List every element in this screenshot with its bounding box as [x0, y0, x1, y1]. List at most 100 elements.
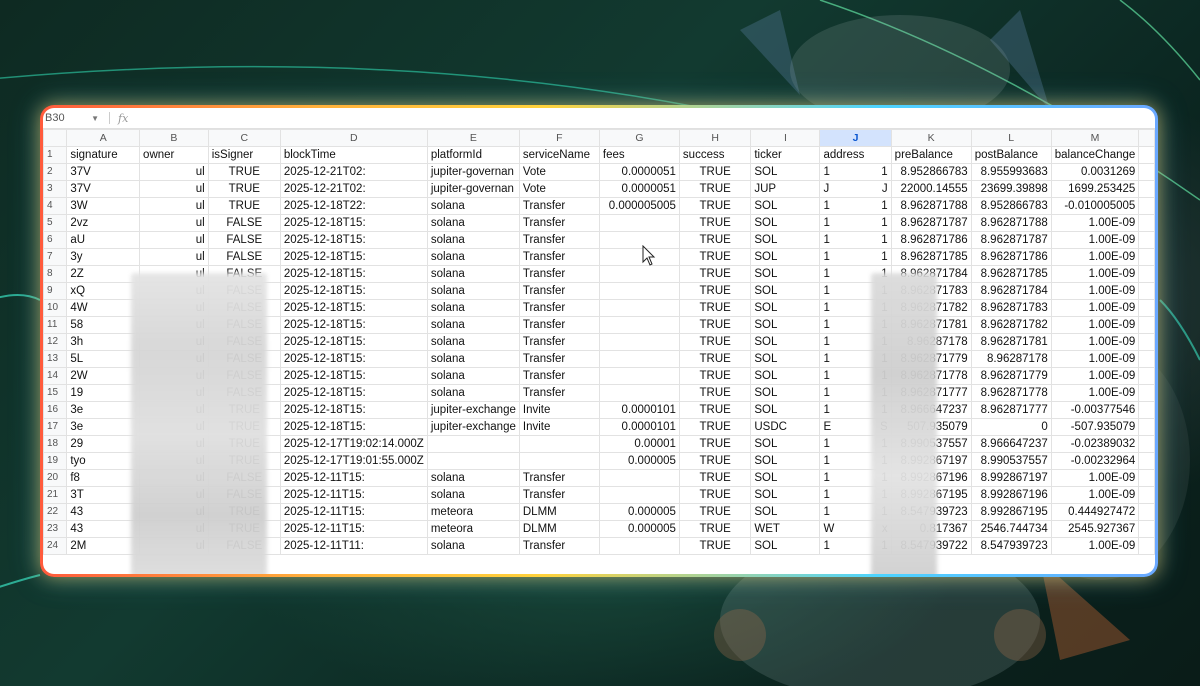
post-balance-cell[interactable]: 8.962871783 [970, 299, 1052, 317]
column-header-e[interactable]: E [426, 129, 520, 147]
ticker-cell[interactable]: SOL [750, 350, 821, 368]
address-cell[interactable]: 11 [819, 214, 892, 232]
post-balance-cell[interactable]: 8.955993683 [970, 163, 1052, 181]
cell[interactable] [1138, 163, 1155, 181]
service-name-cell[interactable]: Transfer [518, 333, 600, 351]
ticker-cell[interactable]: SOL [750, 265, 821, 283]
cell[interactable] [1138, 435, 1155, 453]
header-cell[interactable]: ticker [750, 146, 821, 164]
block-time-cell[interactable]: 2025-12-17T19:01:55.000Z [279, 452, 428, 470]
signature-cell[interactable]: 3h [66, 333, 141, 351]
signature-cell[interactable]: 43 [66, 520, 141, 538]
signature-cell[interactable]: 3e [66, 401, 141, 419]
fees-cell[interactable]: 0.0000101 [598, 401, 680, 419]
service-name-cell[interactable]: DLMM [518, 520, 600, 538]
is-signer-cell[interactable]: TRUE [207, 180, 281, 198]
row-header[interactable]: 16 [43, 401, 68, 419]
platform-id-cell[interactable]: solana [426, 231, 520, 249]
cell[interactable] [1138, 180, 1155, 198]
service-name-cell[interactable]: Transfer [518, 469, 600, 487]
success-cell[interactable]: TRUE [678, 163, 752, 181]
platform-id-cell[interactable]: jupiter-exchange [426, 418, 520, 436]
ticker-cell[interactable]: SOL [750, 435, 821, 453]
fees-cell[interactable] [598, 316, 680, 334]
balance-change-cell[interactable]: 1.00E-09 [1050, 350, 1140, 368]
post-balance-cell[interactable]: 0 [970, 418, 1052, 436]
cell[interactable] [1138, 418, 1155, 436]
ticker-cell[interactable]: SOL [750, 231, 821, 249]
signature-cell[interactable]: 5L [66, 350, 141, 368]
service-name-cell[interactable]: Transfer [518, 214, 600, 232]
owner-cell[interactable]: ul [139, 180, 209, 198]
platform-id-cell[interactable]: jupiter-governan [426, 180, 520, 198]
balance-change-cell[interactable]: 1.00E-09 [1050, 469, 1140, 487]
is-signer-cell[interactable]: FALSE [207, 214, 281, 232]
row-header[interactable]: 15 [43, 384, 68, 402]
success-cell[interactable]: TRUE [678, 248, 752, 266]
name-box[interactable]: B30 ▼ [43, 112, 105, 124]
address-cell[interactable]: JJ [819, 180, 892, 198]
header-cell[interactable]: success [678, 146, 752, 164]
block-time-cell[interactable]: 2025-12-18T15: [279, 367, 428, 385]
ticker-cell[interactable]: SOL [750, 248, 821, 266]
cell[interactable] [1138, 537, 1155, 555]
balance-change-cell[interactable]: 0.444927472 [1050, 503, 1140, 521]
cell[interactable] [1138, 214, 1155, 232]
post-balance-cell[interactable]: 8.992867195 [970, 503, 1052, 521]
signature-cell[interactable]: 58 [66, 316, 141, 334]
platform-id-cell[interactable]: solana [426, 265, 520, 283]
pre-balance-cell[interactable]: 8.962871787 [890, 214, 972, 232]
header-cell[interactable]: blockTime [279, 146, 428, 164]
header-cell[interactable]: platformId [426, 146, 520, 164]
is-signer-cell[interactable]: FALSE [207, 231, 281, 249]
balance-change-cell[interactable]: -507.935079 [1050, 418, 1140, 436]
pre-balance-cell[interactable]: 22000.14555 [890, 180, 972, 198]
signature-cell[interactable]: 3W [66, 197, 141, 215]
column-header-b[interactable]: B [139, 129, 209, 147]
ticker-cell[interactable]: SOL [750, 486, 821, 504]
post-balance-cell[interactable]: 8.992867196 [970, 486, 1052, 504]
ticker-cell[interactable]: WET [750, 520, 821, 538]
fees-cell[interactable] [598, 367, 680, 385]
column-header-h[interactable]: H [678, 129, 752, 147]
fees-cell[interactable] [598, 469, 680, 487]
block-time-cell[interactable]: 2025-12-18T15: [279, 248, 428, 266]
chevron-down-icon[interactable]: ▼ [91, 114, 99, 123]
row-header[interactable]: 13 [43, 350, 68, 368]
success-cell[interactable]: TRUE [678, 214, 752, 232]
fees-cell[interactable]: 0.0000051 [598, 163, 680, 181]
success-cell[interactable]: TRUE [678, 299, 752, 317]
block-time-cell[interactable]: 2025-12-18T15: [279, 265, 428, 283]
service-name-cell[interactable] [518, 452, 600, 470]
success-cell[interactable]: TRUE [678, 384, 752, 402]
block-time-cell[interactable]: 2025-12-18T15: [279, 418, 428, 436]
fees-cell[interactable]: 0.000005 [598, 520, 680, 538]
cell[interactable] [1138, 299, 1155, 317]
fees-cell[interactable] [598, 248, 680, 266]
post-balance-cell[interactable]: 23699.39898 [970, 180, 1052, 198]
service-name-cell[interactable]: Transfer [518, 537, 600, 555]
success-cell[interactable]: TRUE [678, 452, 752, 470]
service-name-cell[interactable]: Transfer [518, 265, 600, 283]
column-header-f[interactable]: F [518, 129, 600, 147]
balance-change-cell[interactable]: 1.00E-09 [1050, 367, 1140, 385]
block-time-cell[interactable]: 2025-12-18T15: [279, 316, 428, 334]
balance-change-cell[interactable]: 1.00E-09 [1050, 265, 1140, 283]
block-time-cell[interactable]: 2025-12-11T11: [279, 537, 428, 555]
post-balance-cell[interactable]: 2546.744734 [970, 520, 1052, 538]
cell[interactable] [1138, 316, 1155, 334]
balance-change-cell[interactable]: 0.0031269 [1050, 163, 1140, 181]
row-header[interactable]: 14 [43, 367, 68, 385]
row-header[interactable]: 24 [43, 537, 68, 555]
row-header[interactable]: 17 [43, 418, 68, 436]
service-name-cell[interactable]: Transfer [518, 384, 600, 402]
fees-cell[interactable]: 0.000005 [598, 452, 680, 470]
pre-balance-cell[interactable]: 8.952866783 [890, 163, 972, 181]
fees-cell[interactable]: 0.0000101 [598, 418, 680, 436]
signature-cell[interactable]: 3T [66, 486, 141, 504]
fees-cell[interactable]: 0.000005005 [598, 197, 680, 215]
success-cell[interactable]: TRUE [678, 350, 752, 368]
is-signer-cell[interactable]: TRUE [207, 197, 281, 215]
success-cell[interactable]: TRUE [678, 197, 752, 215]
service-name-cell[interactable]: Transfer [518, 231, 600, 249]
